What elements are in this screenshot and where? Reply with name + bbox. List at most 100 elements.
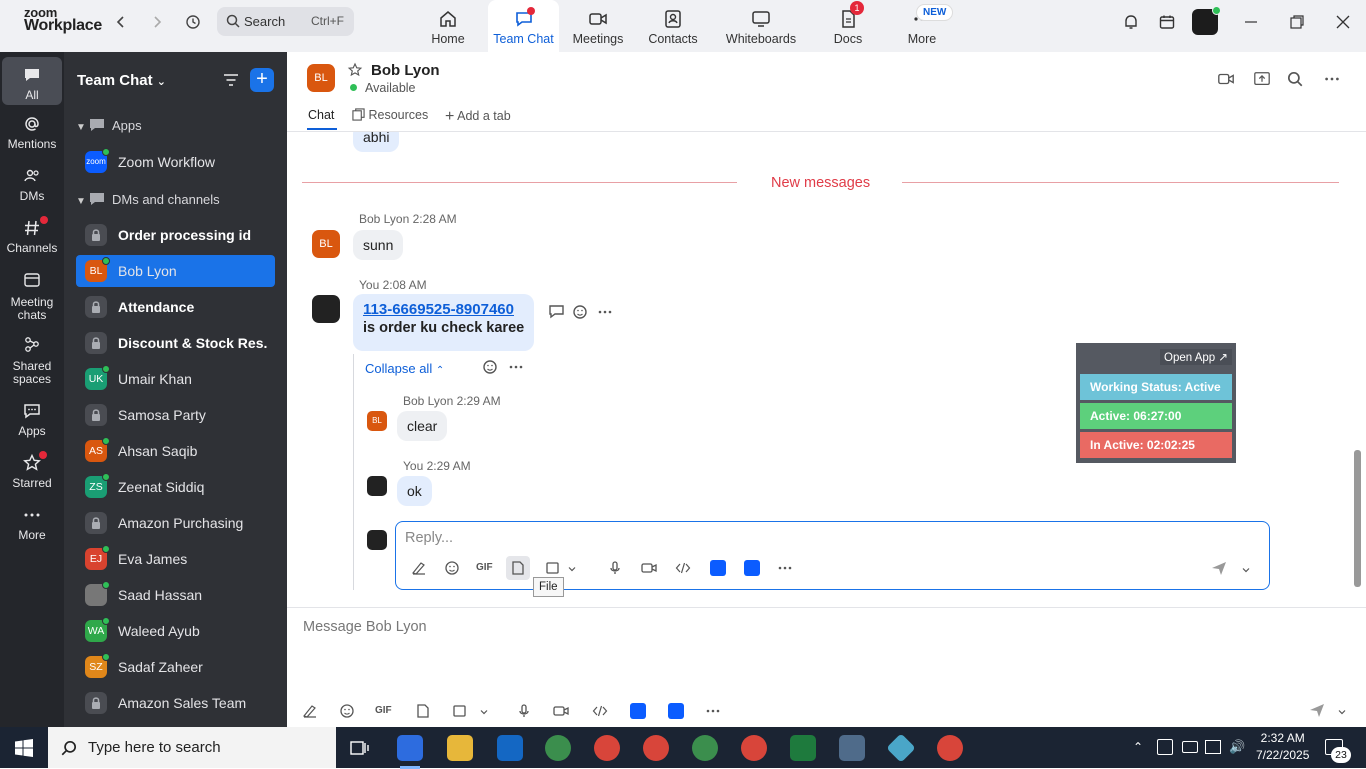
- tab-resources[interactable]: Resources: [352, 108, 428, 122]
- bell-icon[interactable]: [1122, 13, 1140, 31]
- chevron-down-icon[interactable]: [567, 562, 577, 572]
- forward-arrow-icon[interactable]: [149, 14, 165, 30]
- reply-input[interactable]: Reply...: [405, 530, 453, 546]
- restore-icon[interactable]: [1288, 13, 1306, 31]
- sidebar-item[interactable]: UK Umair Khan: [76, 363, 275, 395]
- tray-app-icon[interactable]: [1157, 739, 1173, 755]
- add-tab-button[interactable]: + Add a tab: [445, 108, 511, 126]
- section-dms-channels[interactable]: ▼ DMs and channels: [76, 192, 220, 207]
- format-icon[interactable]: [302, 703, 318, 719]
- message-scrollbar[interactable]: [1354, 450, 1361, 587]
- contact-avatar[interactable]: BL: [307, 64, 335, 92]
- code-icon[interactable]: [675, 560, 691, 576]
- send-options-icon[interactable]: [1337, 705, 1347, 715]
- message-bubble[interactable]: sunn: [353, 230, 404, 260]
- app-icon-2[interactable]: [668, 703, 684, 719]
- close-icon[interactable]: [1334, 13, 1352, 31]
- chrome-icon-6[interactable]: [937, 735, 963, 761]
- task-view-icon[interactable]: [350, 739, 370, 757]
- windows-start-icon[interactable]: [15, 739, 33, 757]
- toolbar-more-icon[interactable]: [777, 560, 793, 576]
- microphone-icon[interactable]: [516, 703, 532, 719]
- my-avatar[interactable]: [312, 295, 340, 323]
- file-explorer-icon[interactable]: [447, 735, 473, 761]
- filter-icon[interactable]: [222, 71, 240, 89]
- sidebar-item[interactable]: zoom Zoom Workflow: [76, 146, 275, 178]
- sidebar-item[interactable]: Discount & Stock Res...: [76, 327, 275, 359]
- reply-bubble[interactable]: ok: [397, 476, 432, 506]
- rail-dms[interactable]: DMs: [2, 166, 62, 203]
- rail-more[interactable]: More: [2, 505, 62, 542]
- tab-docs[interactable]: 1 Docs: [822, 0, 874, 52]
- excel-icon[interactable]: [790, 735, 816, 761]
- contact-name[interactable]: Bob Lyon: [371, 62, 440, 79]
- calendar-icon[interactable]: [1158, 13, 1176, 31]
- rail-meeting-chats[interactable]: Meeting chats: [2, 270, 62, 322]
- file-icon[interactable]: [415, 703, 431, 719]
- app-icon-2[interactable]: [744, 560, 760, 576]
- chrome-icon-4[interactable]: [692, 735, 718, 761]
- tab-team-chat[interactable]: Team Chat: [488, 0, 559, 52]
- chrome-icon[interactable]: [545, 735, 571, 761]
- calculator-icon[interactable]: [839, 735, 865, 761]
- chrome-icon-5[interactable]: [741, 735, 767, 761]
- tab-chat[interactable]: Chat: [308, 108, 334, 122]
- rail-all[interactable]: All: [2, 57, 62, 105]
- sidebar-item[interactable]: Amazon Sales Team: [76, 687, 275, 719]
- tray-chevron-up-icon[interactable]: ⌃: [1133, 740, 1147, 754]
- zoom-taskbar-icon[interactable]: [397, 735, 423, 769]
- app-icon[interactable]: [630, 703, 646, 719]
- taskbar-search-input[interactable]: Type here to search: [88, 739, 221, 756]
- reply-bubble[interactable]: clear: [397, 411, 448, 441]
- volume-icon[interactable]: 🔊: [1229, 739, 1245, 755]
- outlook-icon[interactable]: [497, 735, 523, 761]
- emoji-icon[interactable]: [339, 703, 355, 719]
- profile-avatar[interactable]: [1192, 6, 1221, 35]
- sidebar-item[interactable]: AS Ahsan Saqib: [76, 435, 275, 467]
- share-screen-icon[interactable]: [1253, 70, 1271, 88]
- screenshot-icon[interactable]: [452, 703, 468, 719]
- sidebar-item[interactable]: Attendance: [76, 291, 275, 323]
- file-icon[interactable]: [506, 556, 530, 580]
- section-apps[interactable]: ▼ Apps: [76, 118, 142, 133]
- reply-thread-icon[interactable]: [548, 303, 566, 321]
- search-box[interactable]: Search Ctrl+F: [217, 7, 354, 36]
- chevron-down-icon[interactable]: [479, 705, 489, 715]
- taskbar-search[interactable]: Type here to search: [48, 727, 336, 768]
- app-icon[interactable]: [710, 560, 726, 576]
- more-options-icon[interactable]: [1323, 70, 1341, 88]
- message-bubble-order[interactable]: 113-6669525-8907460 is order ku check ka…: [353, 294, 535, 351]
- send-icon[interactable]: [1210, 559, 1228, 577]
- star-outline-icon[interactable]: [347, 62, 363, 78]
- chat-search-icon[interactable]: [1286, 70, 1304, 88]
- emoji-icon[interactable]: [444, 560, 460, 576]
- gif-icon[interactable]: GIF: [375, 703, 395, 719]
- thread-reply-box[interactable]: Reply... GIF: [395, 521, 1270, 590]
- message-bubble-prev[interactable]: abhi: [353, 132, 400, 152]
- tab-whiteboards[interactable]: Whiteboards: [721, 0, 801, 52]
- open-app-button[interactable]: Open App ↗: [1160, 349, 1232, 365]
- sidebar-item[interactable]: Amazon Purchasing: [76, 507, 275, 539]
- send-icon[interactable]: [1308, 701, 1326, 719]
- message-more-icon[interactable]: [596, 303, 614, 321]
- rail-channels[interactable]: Channels: [2, 216, 62, 255]
- rail-shared-spaces[interactable]: Shared spaces: [2, 334, 62, 386]
- battery-icon[interactable]: [1182, 741, 1198, 753]
- toolbar-more-icon[interactable]: [705, 703, 721, 719]
- tab-contacts[interactable]: Contacts: [641, 0, 705, 52]
- reply-sender-avatar[interactable]: BL: [367, 411, 387, 431]
- format-icon[interactable]: [411, 560, 427, 576]
- sidebar-item[interactable]: BL Bob Lyon: [76, 255, 275, 287]
- thread-emoji-icon[interactable]: [482, 358, 500, 376]
- new-chat-button[interactable]: +: [250, 68, 274, 92]
- app-diamond-icon[interactable]: [886, 733, 916, 763]
- video-call-icon[interactable]: [1217, 70, 1235, 88]
- back-arrow-icon[interactable]: [113, 14, 129, 30]
- network-icon[interactable]: [1205, 740, 1221, 754]
- sidebar-item[interactable]: WA Waleed Ayub: [76, 615, 275, 647]
- rail-mentions[interactable]: Mentions: [2, 114, 62, 151]
- gif-icon[interactable]: GIF: [476, 560, 496, 576]
- sidebar-title[interactable]: Team Chat ⌄: [77, 72, 166, 89]
- message-input[interactable]: Message Bob Lyon: [303, 619, 427, 635]
- emoji-react-icon[interactable]: [572, 303, 590, 321]
